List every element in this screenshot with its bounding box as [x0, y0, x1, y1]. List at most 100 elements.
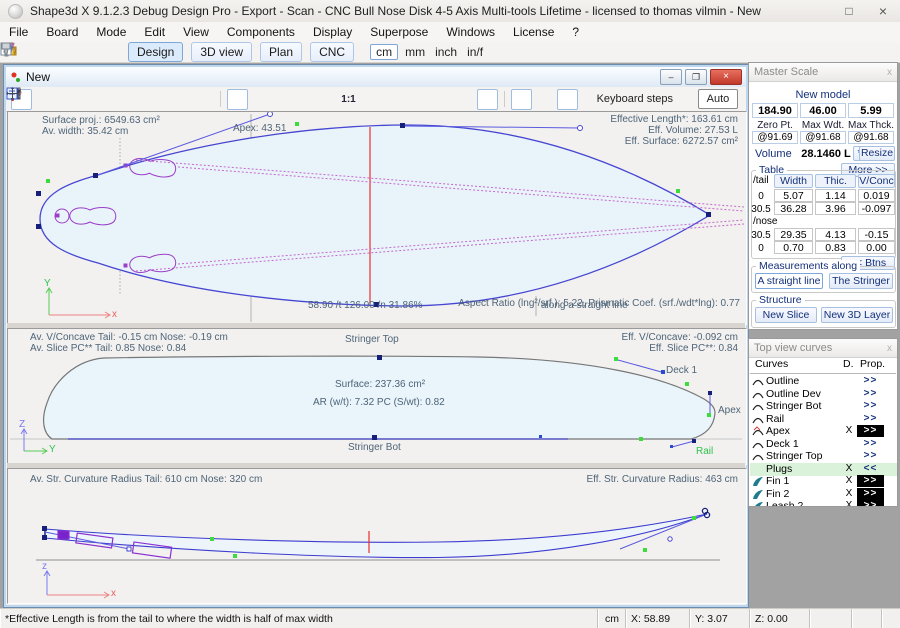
table-cell[interactable]: 0.019 [858, 189, 895, 202]
paste-tool-icon[interactable] [145, 90, 164, 109]
width-value[interactable]: 46.00 [800, 103, 846, 118]
curve-row-plugs[interactable]: PlugsX<< [750, 463, 898, 476]
color-settings-icon[interactable] [535, 90, 554, 109]
zoom-window-tool-icon[interactable] [79, 90, 98, 109]
width-column-header[interactable]: Width [774, 174, 813, 188]
curve-row-stringer-top[interactable]: Stringer Top>> [750, 450, 898, 463]
vconc-column-header[interactable]: V/Conc [858, 174, 895, 188]
curve-row-deck-1[interactable]: Deck 1>> [750, 438, 898, 451]
profile-view-icon[interactable] [455, 90, 474, 109]
menu-board[interactable]: Board [37, 23, 87, 41]
table-cell[interactable]: 1.14 [815, 189, 856, 202]
prop-button[interactable]: >> [857, 450, 884, 462]
table-cell[interactable]: 5.07 [774, 189, 813, 202]
prop-button[interactable]: >> [857, 413, 884, 425]
prop-button[interactable]: >> [857, 500, 884, 507]
table-cell[interactable]: 3.96 [815, 202, 856, 215]
prop-button[interactable]: >> [857, 375, 884, 387]
measure-icon[interactable] [411, 90, 430, 109]
length-value[interactable]: 184.90 [752, 103, 798, 118]
menu-license[interactable]: License [504, 23, 563, 41]
menu-mode[interactable]: Mode [87, 23, 135, 41]
prop-button[interactable]: >> [857, 475, 884, 487]
outline-view-icon[interactable] [227, 89, 248, 110]
table-cell[interactable]: 36.28 [774, 202, 813, 215]
prop-button[interactable]: >> [857, 425, 884, 437]
max-wdt-at[interactable]: @91.68 [800, 131, 846, 144]
3d-view-button[interactable]: 3D view [191, 42, 252, 62]
select-points-tool-icon[interactable] [35, 90, 54, 109]
prop-button[interactable]: << [857, 463, 884, 475]
freehand-tool-icon[interactable] [101, 90, 120, 109]
close-icon[interactable]: x [887, 343, 892, 354]
menu-edit[interactable]: Edit [135, 23, 174, 41]
table-cell[interactable]: 0.00 [858, 241, 895, 254]
scale-1-1-button[interactable]: 1:1 [339, 90, 358, 109]
properties-panel-icon[interactable] [557, 89, 578, 110]
new-3d-layer-button[interactable]: New 3D Layer [821, 307, 893, 323]
copy-tool-icon[interactable] [123, 90, 142, 109]
d-column-header[interactable]: D. [843, 358, 854, 370]
curve-row-rail[interactable]: Rail>> [750, 413, 898, 426]
prop-button[interactable]: >> [857, 388, 884, 400]
curve-row-fin-1[interactable]: Fin 1X>> [750, 475, 898, 488]
straight-line-button[interactable]: A straight line [755, 273, 823, 289]
menu-file[interactable]: File [0, 23, 37, 41]
table-cell[interactable]: 4.13 [815, 228, 856, 241]
table-cell[interactable]: -0.15 [858, 228, 895, 241]
stringer-curves-icon[interactable] [511, 89, 532, 110]
rocker-view-icon[interactable] [251, 90, 270, 109]
undo-icon[interactable] [173, 90, 192, 109]
export-icon[interactable] [90, 43, 112, 61]
unit-inf[interactable]: in/f [464, 45, 486, 59]
unit-inch[interactable]: inch [432, 45, 460, 59]
zoom-tool-icon[interactable] [57, 90, 76, 109]
menu-view[interactable]: View [174, 23, 218, 41]
master-scale-titlebar[interactable]: Master Scale x [749, 63, 897, 82]
doc-restore-button[interactable]: ❐ [685, 69, 707, 85]
save-icon[interactable] [54, 43, 76, 61]
fin-tool-icon[interactable] [477, 89, 498, 110]
curve-row-outline[interactable]: Outline>> [750, 375, 898, 388]
curve-row-outline-dev[interactable]: Outline Dev>> [750, 388, 898, 401]
curve-row-leash-2[interactable]: Leash 2X>> [750, 500, 898, 507]
menu-windows[interactable]: Windows [437, 23, 504, 41]
curves-panel-titlebar[interactable]: Top view curves x [749, 339, 897, 358]
plan-button[interactable]: Plan [260, 42, 302, 62]
table-cell[interactable]: -0.097 [858, 202, 895, 215]
deck-view-icon[interactable] [295, 90, 314, 109]
prop-column-header[interactable]: Prop. [860, 358, 885, 370]
grid-icon[interactable] [367, 90, 386, 109]
resize-button[interactable]: Resize [859, 146, 895, 161]
doc-close-button[interactable]: × [710, 69, 742, 85]
menu-components[interactable]: Components [218, 23, 304, 41]
3d-wireframe-icon[interactable] [317, 90, 336, 109]
center-marker-icon[interactable] [433, 90, 452, 109]
max-thck-at[interactable]: @91.68 [848, 131, 894, 144]
cnc-button[interactable]: CNC [310, 42, 354, 62]
curve-row-apex[interactable]: ApexX>> [750, 425, 898, 438]
open-folder-icon[interactable] [28, 43, 50, 61]
new-slice-button[interactable]: New Slice [755, 307, 817, 323]
menu-help[interactable]: ? [563, 23, 588, 41]
unit-mm[interactable]: mm [402, 45, 428, 59]
prop-button[interactable]: >> [857, 488, 884, 500]
zero-pt-at[interactable]: @91.69 [752, 131, 798, 144]
menu-superpose[interactable]: Superpose [361, 23, 437, 41]
keyboard-steps-icon[interactable] [676, 90, 695, 109]
close-icon[interactable]: x [887, 67, 892, 78]
rocker-view-canvas[interactable] [8, 469, 746, 603]
unit-cm[interactable]: cm [370, 44, 398, 60]
menu-display[interactable]: Display [304, 23, 361, 41]
prop-button[interactable]: >> [857, 400, 884, 412]
thic-column-header[interactable]: Thic. Str [815, 174, 856, 188]
document-titlebar[interactable]: New – ❐ × [6, 67, 746, 88]
curve-row-fin-2[interactable]: Fin 2X>> [750, 488, 898, 501]
table-cell[interactable]: 0.70 [774, 241, 813, 254]
curves-column-header[interactable]: Curves [755, 358, 788, 370]
thickness-value[interactable]: 5.99 [848, 103, 894, 118]
table-cell[interactable]: 0.83 [815, 241, 856, 254]
doc-minimize-button[interactable]: – [660, 69, 682, 85]
stringer-button[interactable]: The Stringer [829, 273, 893, 289]
slice-view-icon[interactable] [273, 90, 292, 109]
